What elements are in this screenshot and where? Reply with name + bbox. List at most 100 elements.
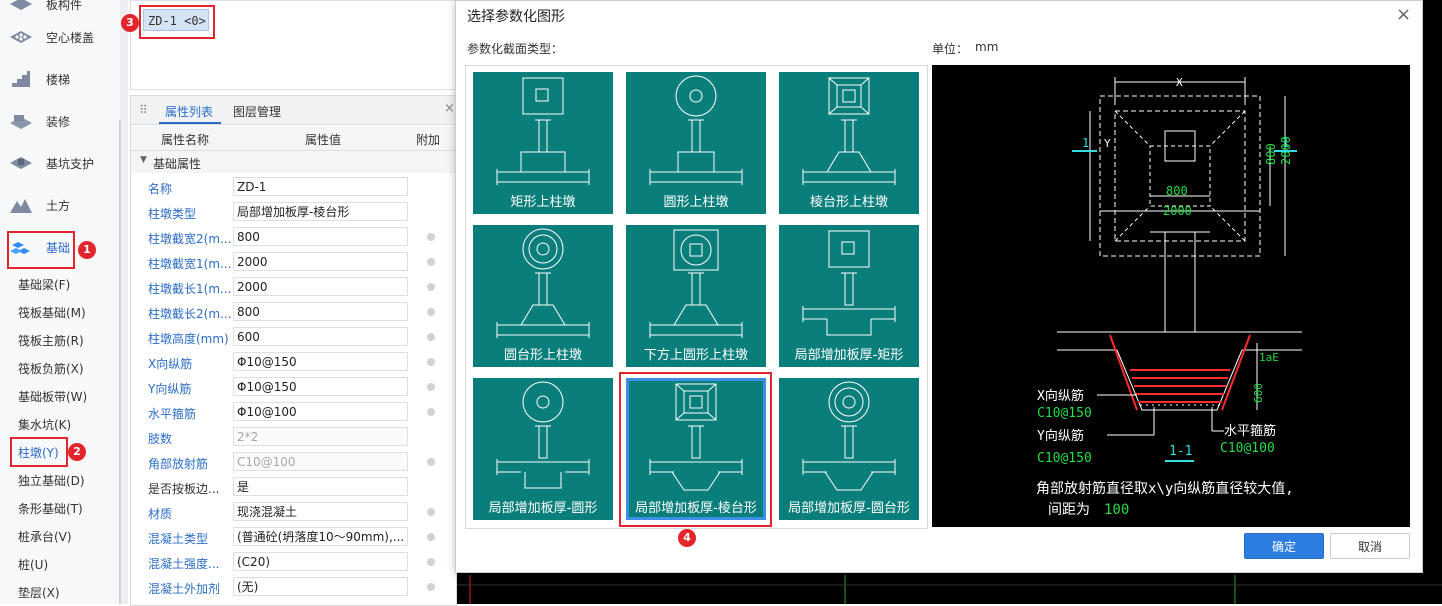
shape-option[interactable]: 局部增加板厚-圆台形 [779,378,919,520]
extra-checkbox[interactable] [427,383,435,391]
sub-pile[interactable]: 桩(U) [18,556,48,573]
prop-value-field[interactable]: C10@100 [233,452,408,471]
shape-label: 局部增加板厚-矩形 [794,348,904,363]
prop-value-field[interactable]: (无) [233,577,408,596]
left-nav: 板构件 空心楼盖 楼梯 装修 基坑支护 土方 基础 基础梁(F) 筏板基础(M)… [0,0,121,604]
sub-foundation-beam[interactable]: 基础梁(F) [18,276,70,293]
sub-raft-main-rebar[interactable]: 筏板主筋(R) [18,332,84,349]
shape-option[interactable]: 矩形上柱墩 [473,72,613,214]
shape-option[interactable]: 棱台形上柱墩 [779,72,919,214]
shape-option[interactable]: 下方上圆形上柱墩 [626,225,766,367]
nav-scrollbar[interactable] [120,0,128,604]
prop-value-field[interactable]: 现浇混凝土 [233,502,408,521]
prop-value-field[interactable]: 800 [233,302,408,321]
prop-name: 肢数 [148,432,173,446]
prop-value-field[interactable]: 600 [233,327,408,346]
x-rebar-value: C10@150 [1037,406,1092,421]
sub-cushion[interactable]: 垫层(X) [18,584,60,601]
shape-label: 局部增加板厚-圆台形 [788,501,910,516]
shape-label: 圆台形上柱墩 [503,348,582,363]
prop-row[interactable]: 柱墩截长1(m... 2000 [131,275,455,300]
prop-row[interactable]: 肢数 2*2 [131,425,455,450]
extra-checkbox[interactable] [427,558,435,566]
prop-value-field[interactable]: (C20) [233,552,408,571]
sub-strip-foundation[interactable]: 条形基础(T) [18,500,83,517]
extra-checkbox[interactable] [427,458,435,466]
close-icon[interactable]: × [444,101,455,116]
prop-row[interactable]: 水平箍筋 Φ10@100 [131,400,455,425]
tab-property-list[interactable]: 属性列表 [165,103,213,120]
prop-value-field[interactable]: Φ10@100 [233,402,408,421]
dim-800-top: 800 [1264,143,1278,165]
extra-checkbox[interactable] [427,308,435,316]
drag-handle-icon[interactable]: ⠿ [139,103,148,117]
prop-row[interactable]: 名称 ZD-1 [131,175,455,200]
prop-row[interactable]: X向纵筋 Φ10@150 [131,350,455,375]
nav-item-pit-support[interactable]: 基坑支护 [0,143,120,183]
slab-icon [10,0,32,10]
extra-checkbox[interactable] [427,533,435,541]
prop-value-field[interactable]: 2*2 [233,427,408,446]
section-title: 1-1 [1169,444,1192,459]
panel-splitter[interactable] [119,120,121,604]
shape-option[interactable]: 局部增加板厚-矩形 [779,225,919,367]
prop-value-field[interactable]: 2000 [233,252,408,271]
prop-row[interactable]: 是否按板边... 是 [131,475,455,500]
dialog-close-icon[interactable]: × [1396,4,1411,25]
prop-row[interactable]: 混凝土强度... (C20) [131,550,455,575]
extra-checkbox[interactable] [427,333,435,341]
ok-button[interactable]: 确定 [1244,533,1324,559]
dialog-title: 选择参数化图形 [467,9,565,25]
extra-checkbox[interactable] [427,358,435,366]
prop-value-field[interactable]: 是 [233,477,408,496]
prop-row[interactable]: 角部放射筋 C10@100 [131,450,455,475]
col-prop-value: 属性值 [305,133,342,147]
prop-value-field[interactable]: 局部增加板厚-棱台形 [233,202,408,221]
collapse-icon[interactable]: ▼ [140,155,147,165]
step-badge-3: 3 [121,14,139,32]
extra-checkbox[interactable] [427,283,435,291]
prop-value-field[interactable]: ZD-1 [233,177,408,196]
extra-checkbox[interactable] [427,508,435,516]
nav-item-hollow-floor[interactable]: 空心楼盖 [0,17,120,57]
highlight-selected-shape [619,372,772,527]
prop-row[interactable]: 柱墩类型 局部增加板厚-棱台形 [131,200,455,225]
cancel-button[interactable]: 取消 [1330,533,1410,559]
group-row[interactable]: ▼ 基础属性 [131,151,455,173]
prop-value-field[interactable]: (普通砼(坍落度10～90mm),... [233,527,408,546]
prop-row[interactable]: 混凝土类型 (普通砼(坍落度10～90mm),... [131,525,455,550]
prop-value-field[interactable]: Φ10@150 [233,352,408,371]
sub-sump[interactable]: 集水坑(K) [18,416,71,433]
shape-option[interactable]: 圆形上柱墩 [626,72,766,214]
prop-row[interactable]: 混凝土外加剂 (无) [131,575,455,600]
shape-option[interactable]: 局部增加板厚-圆形 [473,378,613,520]
nav-item-stairs[interactable]: 楼梯 [0,59,120,99]
sub-foundation-strip[interactable]: 基础板带(W) [18,388,87,405]
shape-option[interactable]: 圆台形上柱墩 [473,225,613,367]
extra-checkbox[interactable] [427,258,435,266]
nav-item-decoration[interactable]: 装修 [0,101,120,141]
prop-row[interactable]: Y向纵筋 Φ10@150 [131,375,455,400]
prop-value-field[interactable]: 2000 [233,277,408,296]
prop-row[interactable]: 柱墩截宽1(m... 2000 [131,250,455,275]
sub-pile-cap[interactable]: 桩承台(V) [18,528,72,545]
earthwork-icon [10,199,32,213]
extra-checkbox[interactable] [427,408,435,416]
section-mark-left: 1 [1082,136,1089,150]
tab-layer-manage[interactable]: 图层管理 [233,103,281,120]
extra-checkbox[interactable] [427,583,435,591]
prop-value-field[interactable]: Φ10@150 [233,377,408,396]
prop-row[interactable]: 材质 现浇混凝土 [131,500,455,525]
sub-raft-foundation[interactable]: 筏板基础(M) [18,304,86,321]
prop-row[interactable]: 柱墩截长2(m... 800 [131,300,455,325]
sub-isolated-foundation[interactable]: 独立基础(D) [18,472,85,489]
nav-item-earthwork[interactable]: 土方 [0,185,120,225]
props-column-header: 属性名称 属性值 附加 [131,126,455,151]
group-title: 基础属性 [153,157,202,171]
sub-raft-neg-rebar[interactable]: 筏板负筋(X) [18,360,84,377]
extra-checkbox[interactable] [427,233,435,241]
highlight-column-pier [10,437,68,467]
prop-value-field[interactable]: 800 [233,227,408,246]
prop-row[interactable]: 柱墩高度(mm) 600 [131,325,455,350]
prop-row[interactable]: 柱墩截宽2(m... 800 [131,225,455,250]
